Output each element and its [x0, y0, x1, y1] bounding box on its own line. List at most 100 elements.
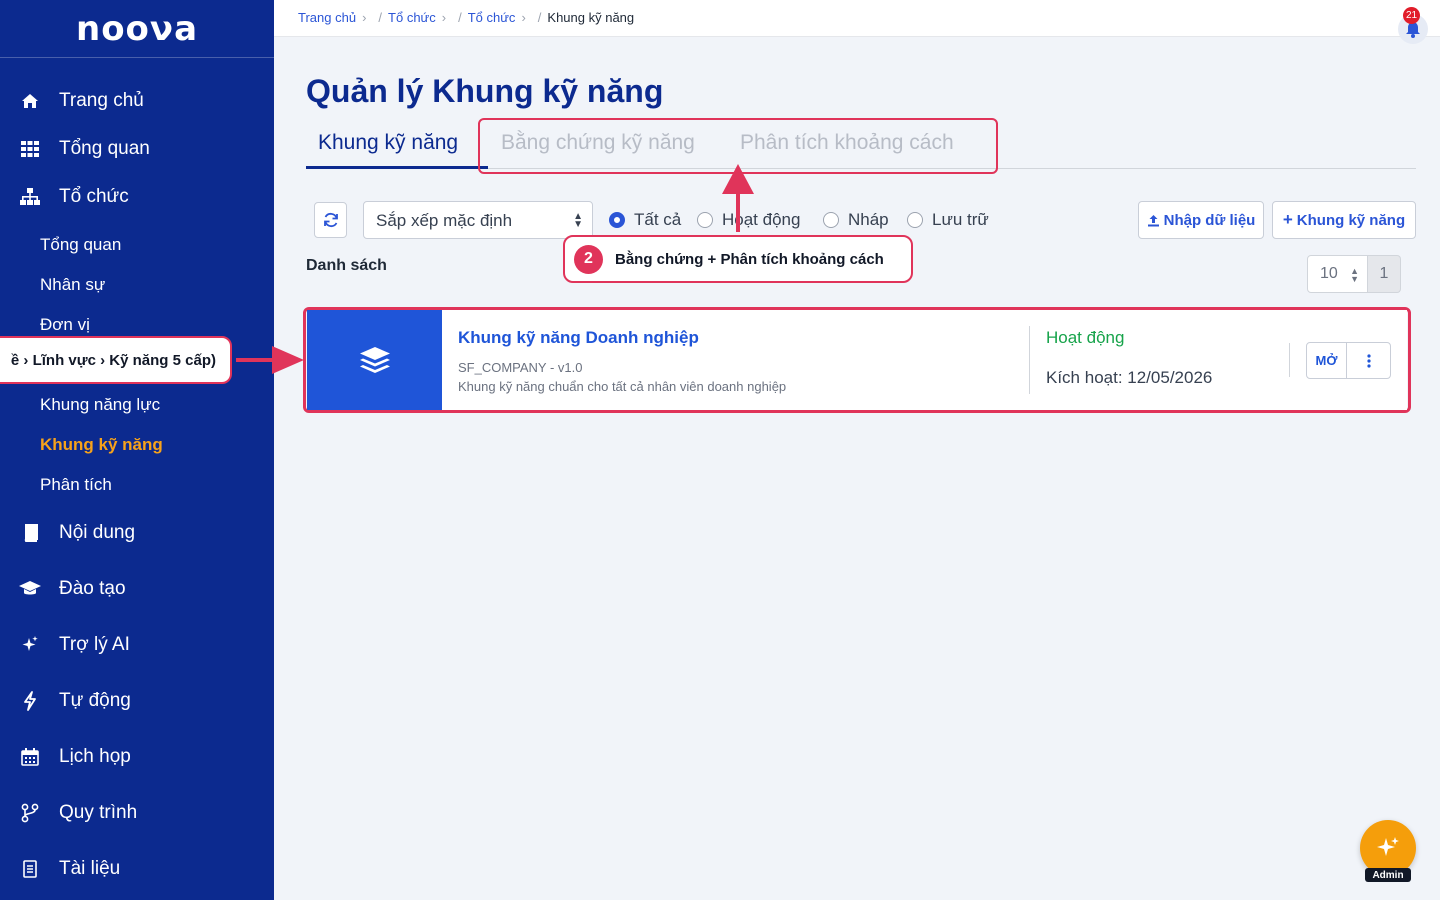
page-size-value: 10 [1320, 265, 1338, 282]
annotation-text: ề › Lĩnh vực › Kỹ năng 5 cấp) [10, 351, 216, 369]
filter-radio-all[interactable]: Tất cả [609, 210, 681, 230]
sidebar-sub-item-overview[interactable]: Tổng quan [40, 235, 121, 255]
card-title[interactable]: Khung kỹ năng Doanh nghiệp [458, 328, 699, 348]
sidebar-item-label: Nội dung [59, 522, 136, 543]
radio-indicator [907, 212, 923, 228]
plus-icon: + [1282, 210, 1293, 229]
filter-label: Lưu trữ [932, 210, 989, 229]
card-activated-date: Kích hoạt: 12/05/2026 [1046, 368, 1213, 387]
sidebar-item-label: Đào tạo [59, 578, 126, 599]
workflow-icon [19, 802, 41, 824]
sidebar-item-label: Trang chủ [59, 90, 144, 111]
radio-indicator [609, 212, 625, 228]
import-data-button[interactable]: Nhập dữ liệu [1138, 201, 1264, 239]
sidebar-item-documents[interactable]: Tài liệu [0, 856, 274, 882]
sidebar-item-meetings[interactable]: Lịch họp [0, 744, 274, 770]
list-heading: Danh sách [306, 257, 387, 274]
active-tab-indicator [306, 166, 488, 169]
more-options-button[interactable] [1347, 343, 1390, 378]
breadcrumb-separator: / [537, 10, 542, 25]
card-description: Khung kỹ năng chuẩn cho tất cả nhân viên… [458, 379, 787, 394]
upload-icon [1147, 214, 1159, 226]
grid-icon [19, 138, 41, 160]
annotation-arrow-head-up [722, 164, 754, 194]
breadcrumb-link-home[interactable]: Trang chủ [298, 10, 356, 25]
breadcrumb-link-organization-2[interactable]: Tổ chức [468, 10, 516, 25]
graduation-cap-icon [19, 578, 41, 600]
page-number[interactable]: 1 [1368, 255, 1401, 293]
annotation-step-number: 2 [574, 244, 603, 274]
sidebar-item-workflow[interactable]: Quy trình [0, 800, 274, 826]
sidebar-item-organization[interactable]: Tổ chức [0, 184, 274, 210]
chevron-right-icon: › [362, 10, 367, 25]
filter-radio-draft[interactable]: Nháp [823, 210, 889, 230]
page-title: Quản lý Khung kỹ năng [306, 73, 664, 109]
card-action-group: MỞ [1306, 342, 1391, 379]
skill-framework-card[interactable]: Khung kỹ năng Doanh nghiệp SF_COMPANY - … [307, 310, 1407, 410]
add-skill-framework-label: Khung kỹ năng [1296, 211, 1406, 229]
sidebar-sub-item-units[interactable]: Đơn vị [40, 315, 90, 335]
filter-radio-active[interactable]: Hoạt động [697, 210, 800, 230]
sidebar-item-content[interactable]: Nội dung [0, 520, 274, 546]
breadcrumb-separator: / [458, 10, 462, 25]
notification-badge: 21 [1403, 7, 1420, 24]
sidebar-item-label: Lịch họp [59, 746, 131, 767]
logo-text: nooνa [75, 8, 199, 49]
page-size-select[interactable]: 10 ▲ ▼ [1307, 255, 1368, 293]
breadcrumb-link-organization[interactable]: Tổ chức [388, 10, 436, 25]
sidebar-item-automation[interactable]: Tự động [0, 688, 274, 714]
sidebar-item-home[interactable]: Trang chủ [0, 88, 274, 114]
org-chart-icon [19, 186, 41, 208]
sidebar-item-overview[interactable]: Tổng quan [0, 136, 274, 162]
sidebar-sub-item-staff[interactable]: Nhân sự [40, 275, 105, 295]
annotation-text: Bằng chứng + Phân tích khoảng cách [615, 250, 884, 268]
sparkle-icon [1377, 837, 1399, 856]
card-thumbnail [307, 310, 442, 410]
import-data-label: Nhập dữ liệu [1163, 211, 1256, 229]
sparkle-icon [19, 634, 41, 656]
sidebar-item-label: Tổng quan [59, 138, 150, 159]
sidebar-item-label: Tự động [59, 690, 131, 711]
sidebar-item-ai-assistant[interactable]: Trợ lý AI [0, 632, 274, 658]
document-icon [19, 858, 41, 880]
tab-skill-framework[interactable]: Khung kỹ năng [318, 131, 458, 155]
chevron-right-icon: › [521, 10, 526, 25]
annotation-callout-tabs: 2 Bằng chứng + Phân tích khoảng cách [563, 235, 913, 283]
radio-indicator [697, 212, 713, 228]
add-skill-framework-button[interactable]: + Khung kỹ năng [1272, 201, 1416, 239]
card-code: SF_COMPANY - v1.0 [458, 360, 583, 375]
status-badge: Hoạt động [1046, 328, 1125, 347]
sidebar-item-training[interactable]: Đào tạo [0, 576, 274, 602]
sidebar-sub-item-skill-framework[interactable]: Khung kỹ năng [40, 435, 163, 455]
calendar-icon [19, 746, 41, 768]
breadcrumb-current: Khung kỹ năng [547, 10, 635, 25]
home-icon [19, 90, 41, 112]
chevron-right-icon: › [441, 10, 447, 25]
filter-label: Nháp [848, 210, 889, 229]
ai-assistant-label: Admin [1365, 868, 1411, 882]
sort-select-value: Sắp xếp mặc định [376, 211, 513, 230]
annotation-arrow-up [736, 192, 740, 232]
logo[interactable]: nooνa [0, 0, 274, 58]
book-icon [19, 522, 41, 544]
sidebar: nooνa Trang chủ Tổng quan Tổ chức Tổng q… [0, 0, 274, 900]
open-button[interactable]: MỞ [1307, 343, 1347, 378]
refresh-button[interactable] [314, 202, 347, 238]
annotation-arrow-head-right [272, 346, 304, 374]
top-bar: Trang chủ › / Tổ chức › / Tổ chức › / Kh… [274, 0, 1440, 44]
card-divider [1029, 326, 1030, 394]
sort-caret-icon: ▲ ▼ [573, 211, 583, 230]
filter-label: Tất cả [634, 210, 682, 229]
page-size-caret-icon: ▲ ▼ [1350, 266, 1359, 284]
annotation-arrow-right [236, 358, 276, 362]
sidebar-item-label: Tổ chức [59, 186, 129, 207]
sidebar-sub-item-competency-framework[interactable]: Khung năng lực [40, 395, 160, 415]
sort-select[interactable]: Sắp xếp mặc định ▲ ▼ [363, 201, 593, 239]
bolt-icon [19, 690, 41, 712]
sidebar-sub-item-analysis[interactable]: Phân tích [40, 475, 112, 495]
breadcrumb-separator: / [378, 10, 383, 25]
layers-icon [359, 347, 390, 373]
filter-radio-archived[interactable]: Lưu trữ [907, 210, 989, 230]
sidebar-item-label: Trợ lý AI [59, 634, 130, 655]
radio-indicator [823, 212, 839, 228]
